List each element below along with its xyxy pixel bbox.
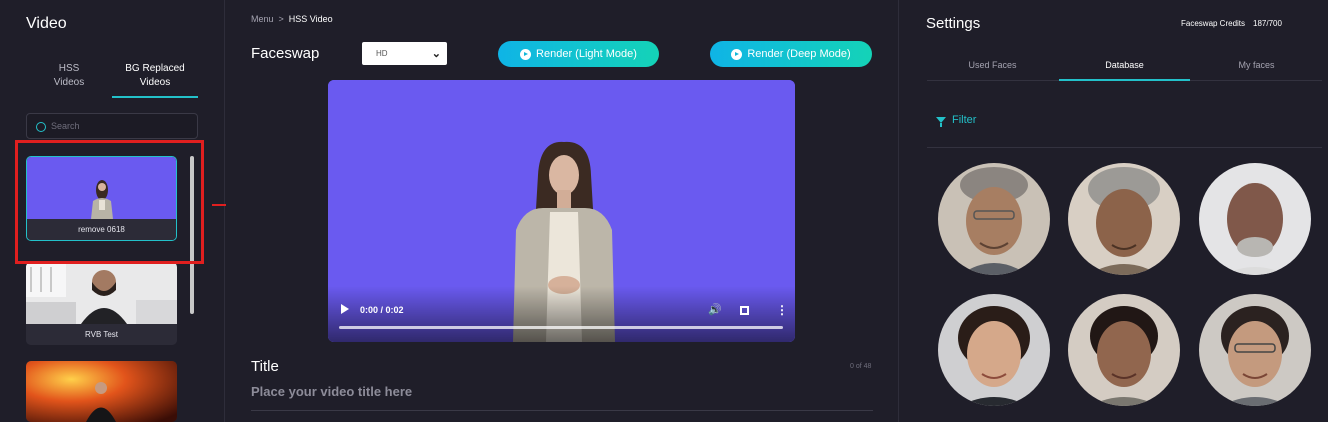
fullscreen-icon[interactable] — [740, 306, 749, 315]
breadcrumb-menu-link[interactable]: Menu — [251, 14, 274, 24]
render-light-mode-label: Render (Light Mode) — [536, 48, 637, 60]
sidebar-title: Video — [26, 15, 67, 32]
video-thumbnail — [26, 262, 177, 324]
render-light-mode-button[interactable]: Render (Light Mode) — [498, 41, 659, 67]
play-icon[interactable] — [341, 304, 349, 314]
tab-bg-replaced-videos[interactable]: BG Replaced Videos — [112, 62, 198, 90]
breadcrumb: Menu > HSS Video — [251, 14, 333, 24]
tab-hss-videos-line2: Videos — [53, 77, 85, 88]
search-input[interactable]: Search — [26, 113, 198, 139]
render-deep-mode-button[interactable]: Render (Deep Mode) — [710, 41, 872, 67]
face-option[interactable] — [938, 163, 1050, 275]
main-panel: Menu > HSS Video Faceswap HD ⌄ Render (Lig… — [226, 0, 898, 422]
tab-bg-replaced-line1: BG Replaced — [125, 63, 185, 74]
tab-hss-videos[interactable]: HSS Videos — [26, 62, 112, 90]
search-placeholder: Search — [51, 121, 80, 131]
active-tab-underline — [1059, 79, 1190, 81]
video-progress-bar[interactable] — [339, 326, 783, 329]
render-deep-mode-label: Render (Deep Mode) — [747, 48, 851, 60]
breadcrumb-separator: > — [278, 14, 284, 24]
face-option[interactable] — [938, 294, 1050, 406]
quality-select-value: HD — [376, 49, 388, 58]
tab-bg-replaced-line2: Videos — [139, 77, 171, 88]
page-title: Faceswap — [251, 45, 320, 62]
filter-divider — [927, 147, 1322, 148]
face-option[interactable] — [1068, 294, 1180, 406]
annotation-highlight-box — [15, 140, 204, 264]
filter-icon — [936, 117, 946, 127]
filter-label: Filter — [952, 114, 977, 126]
filter-button[interactable]: Filter — [936, 114, 977, 127]
search-icon — [36, 122, 46, 132]
face-option[interactable] — [1199, 294, 1311, 406]
active-tab-underline — [112, 96, 198, 98]
faceswap-credits: Faceswap Credits 187/700 — [1181, 19, 1282, 28]
chevron-down-icon: ⌄ — [431, 48, 441, 60]
volume-icon[interactable]: 🔊 — [708, 303, 722, 316]
face-option[interactable] — [1068, 163, 1180, 275]
title-char-counter: 0 of 48 — [850, 363, 872, 370]
video-card-label: RVB Test — [26, 324, 177, 345]
title-label: Title — [251, 358, 279, 375]
video-card[interactable] — [26, 361, 177, 422]
tab-my-faces[interactable]: My faces — [1191, 60, 1322, 70]
play-icon — [731, 48, 743, 60]
video-thumbnail — [26, 361, 177, 422]
video-controls: 0:00 / 0:02 🔊 ⋮ — [328, 286, 795, 342]
settings-title: Settings — [926, 15, 981, 32]
video-card[interactable]: RVB Test — [26, 262, 177, 345]
breadcrumb-current: HSS Video — [288, 14, 333, 24]
play-icon — [520, 48, 532, 60]
credits-label: Faceswap Credits — [1181, 19, 1246, 28]
face-option[interactable] — [1199, 163, 1311, 275]
tab-database[interactable]: Database — [1059, 60, 1190, 70]
tab-used-faces[interactable]: Used Faces — [927, 60, 1058, 70]
tab-hss-videos-line1: HSS — [58, 63, 80, 74]
quality-select[interactable]: HD ⌄ — [362, 42, 447, 65]
settings-panel: Settings Faceswap Credits 187/700 Used Fa… — [898, 0, 1328, 422]
more-icon[interactable]: ⋮ — [776, 303, 788, 317]
title-input-underline — [251, 410, 873, 411]
video-time: 0:00 / 0:02 — [360, 305, 404, 315]
video-player[interactable]: 0:00 / 0:02 🔊 ⋮ — [328, 80, 795, 342]
credits-value: 187/700 — [1253, 19, 1282, 28]
title-input[interactable]: Place your video title here — [251, 384, 412, 399]
